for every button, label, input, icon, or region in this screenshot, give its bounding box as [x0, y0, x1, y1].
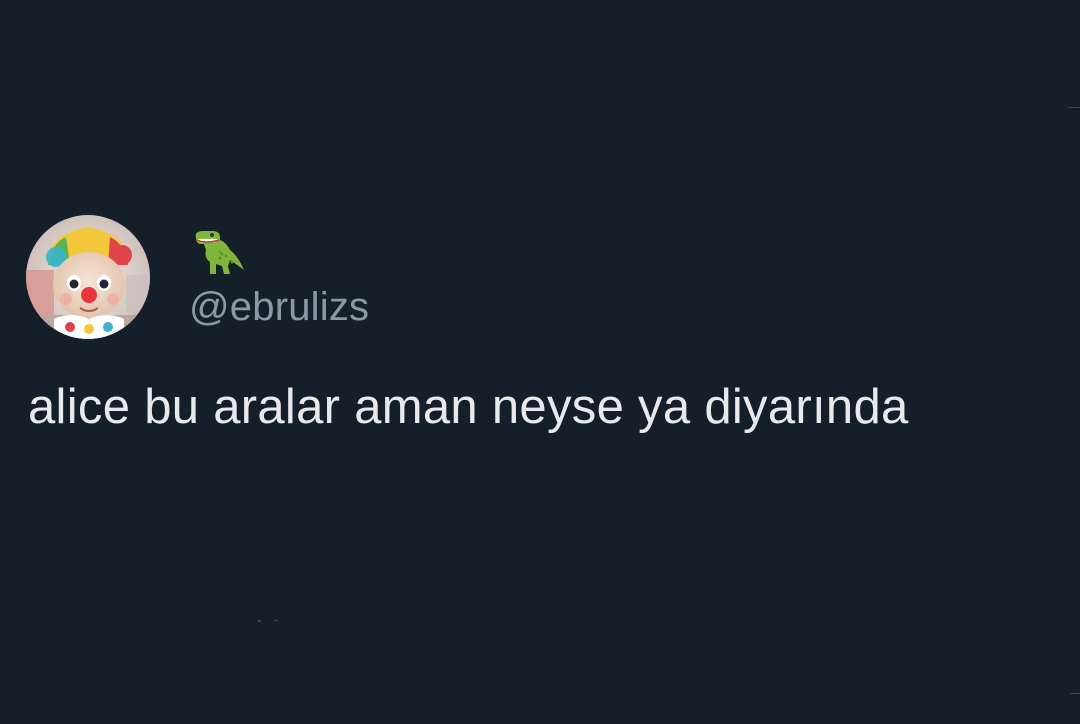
decorative-speck — [1068, 107, 1080, 108]
decorative-speck — [1070, 693, 1080, 694]
user-handle[interactable]: @ebrulizs — [189, 284, 369, 330]
decorative-speck — [258, 620, 261, 622]
tweet-card: @ebrulizs alice bu aralar aman neyse ya … — [0, 0, 1080, 724]
avatar-image — [26, 215, 150, 339]
t-rex-emoji-icon — [195, 231, 244, 274]
tweet-text: alice bu aralar aman neyse ya diyarında — [28, 380, 909, 434]
decorative-speck — [274, 620, 278, 621]
avatar[interactable] — [26, 215, 150, 339]
display-name[interactable] — [190, 226, 246, 278]
